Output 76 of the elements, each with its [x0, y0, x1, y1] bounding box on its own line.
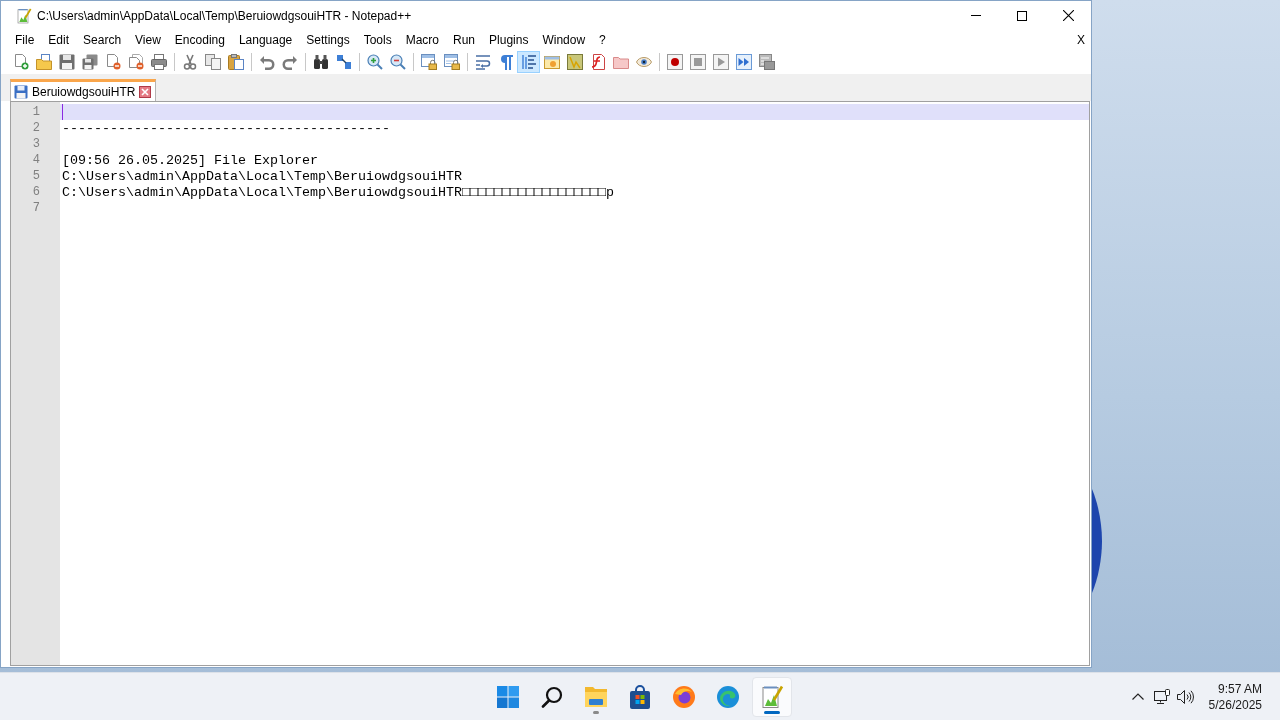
window-lock-icon	[420, 54, 437, 70]
close-all-icon	[127, 54, 144, 70]
play-icon	[712, 54, 729, 70]
new-file-icon	[12, 54, 29, 70]
menu-item[interactable]: Settings	[299, 30, 357, 50]
menu-item[interactable]: Language	[231, 30, 300, 50]
code-line: C:\Users\admin\AppData\Local\Temp\BeruiowdgsouiHTR	[62, 168, 462, 184]
menu-item[interactable]: Encoding	[167, 30, 232, 50]
paste-icon	[227, 54, 244, 70]
open-file-icon	[35, 54, 52, 70]
copy-icon	[204, 54, 221, 70]
stacked-windows-icon	[758, 54, 775, 70]
code-line: C:\Users\admin\AppData\Local\Temp\BeruiowdgsouiHTR□□□□□□□□□□□□□□□□□□p	[62, 184, 614, 200]
wave-globe-icon	[717, 685, 739, 708]
line-number: 2	[32, 121, 40, 135]
notepad-icon	[16, 7, 32, 24]
line-number: 6	[32, 185, 40, 199]
window-title: C:\Users\admin\AppData\Local\Temp\BeruiowdgsouiHTR - Notepad++	[37, 8, 412, 23]
linked-squares-icon	[335, 54, 352, 70]
binoculars-icon	[312, 54, 329, 70]
fast-forward-icon	[735, 54, 752, 70]
menu-item[interactable]: View	[128, 30, 168, 50]
search-icon	[541, 685, 563, 708]
folder-icon	[612, 54, 629, 70]
start-icon	[497, 685, 519, 708]
window-lock-icon	[443, 54, 460, 70]
menu-item[interactable]: Edit	[41, 30, 77, 50]
file-tab[interactable]: BeruiowdgsouiHTR	[10, 79, 157, 101]
menu-item[interactable]: File	[8, 30, 42, 50]
line-number: 3	[32, 137, 40, 151]
clock-time[interactable]: 9:57 AM	[1217, 681, 1262, 696]
menu-item[interactable]: Tools	[356, 30, 399, 50]
code-line: [09:56 26.05.2025] File Explorer	[62, 152, 318, 168]
zigzag-tile-icon	[566, 54, 583, 70]
menu-item[interactable]: Macro	[398, 30, 446, 50]
text-cursor	[62, 104, 63, 120]
clock-date[interactable]: 5/26/2025	[1208, 697, 1262, 712]
undo-icon	[258, 54, 275, 70]
menu-item[interactable]: Window	[535, 30, 593, 50]
save-icon	[14, 84, 28, 99]
menu-item[interactable]: Run	[446, 30, 483, 50]
line-number: 5	[32, 169, 40, 183]
flame-globe-icon	[673, 685, 695, 708]
save-icon	[58, 54, 75, 70]
zoom-in-icon	[366, 54, 383, 70]
scissors-icon	[181, 54, 198, 70]
network-icon	[1153, 689, 1170, 704]
line-number: 7	[32, 201, 40, 215]
line-number: 4	[32, 153, 40, 167]
record-icon	[666, 54, 683, 70]
close-document-button[interactable]: X	[1077, 32, 1085, 48]
menu-item[interactable]: ?	[592, 30, 613, 50]
chevron-up-icon	[1131, 693, 1144, 700]
eye-icon	[635, 54, 652, 70]
shopping-bag-icon	[629, 684, 651, 709]
word-wrap-icon	[474, 54, 491, 70]
volume-icon	[1177, 689, 1195, 704]
close-icon	[1062, 10, 1074, 21]
zoom-out-icon	[389, 54, 406, 70]
stop-icon	[689, 54, 706, 70]
code-line: -----------------------------------------	[62, 120, 390, 136]
folder-icon	[584, 685, 608, 708]
save-all-icon	[81, 54, 98, 70]
print-icon	[150, 54, 167, 70]
menu-item[interactable]: Plugins	[482, 30, 536, 50]
indent-icon	[520, 54, 537, 70]
close-file-icon	[104, 54, 121, 70]
menu-item[interactable]: Search	[76, 30, 129, 50]
redo-icon	[281, 54, 298, 70]
minimize-icon	[971, 15, 981, 16]
maximize-icon	[1017, 10, 1027, 21]
window-image-icon	[543, 54, 560, 70]
line-number: 1	[32, 105, 40, 119]
close-icon	[139, 85, 152, 98]
notepad-icon	[760, 684, 784, 709]
function-icon	[589, 54, 606, 70]
